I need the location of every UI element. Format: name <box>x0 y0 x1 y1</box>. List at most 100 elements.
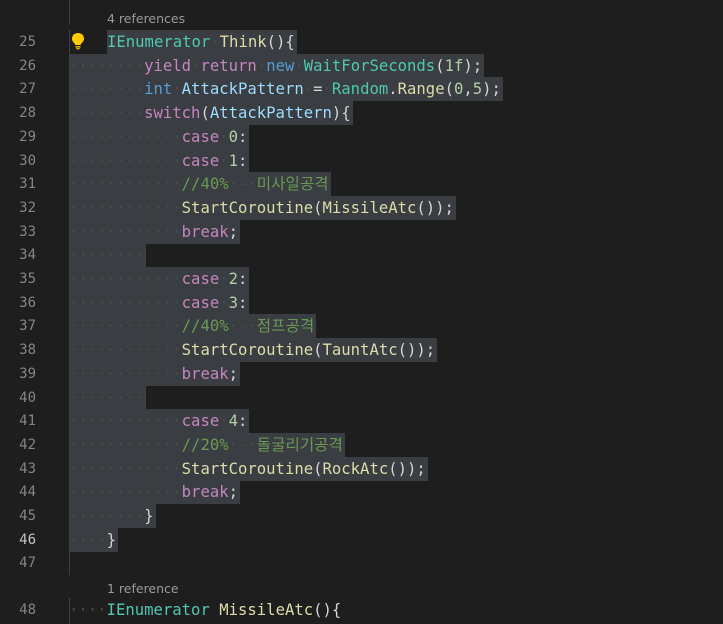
code-text[interactable]: ········} <box>69 504 156 528</box>
codelens-references[interactable]: 4 references <box>107 6 185 30</box>
code-editor[interactable]: 4 references 1 reference 25 IEnumerator·T… <box>0 0 723 624</box>
code-line[interactable]: 33 ············break; <box>0 219 723 244</box>
code-text[interactable]: ············case·1: <box>69 148 250 173</box>
code-token: ()); <box>388 459 426 478</box>
code-token: int <box>144 80 173 99</box>
code-token: case <box>181 270 220 288</box>
code-text[interactable]: IEnumerator·Think(){ <box>107 30 297 54</box>
code-token: 점프공격 <box>256 317 315 336</box>
line-number: 38 <box>19 342 36 359</box>
code-line[interactable]: 42 ············//20%·-·돌굴리기공격 <box>0 432 723 457</box>
whitespace-marker: ············ <box>69 293 182 312</box>
line-number: 46 <box>19 531 36 548</box>
line-number: 30 <box>19 152 36 169</box>
code-text[interactable]: ············StartCoroutine(MissileAtc())… <box>69 195 456 220</box>
code-text[interactable]: ············case·3: <box>69 290 250 315</box>
code-line[interactable]: 36 ············case·3: <box>0 290 723 315</box>
code-text[interactable]: ············break; <box>69 361 241 386</box>
code-line[interactable]: 27········int·AttackPattern·=·Random.Ran… <box>0 77 723 102</box>
code-line[interactable]: 41 ············case·4: <box>0 409 723 434</box>
code-token: ); <box>482 80 501 99</box>
code-text[interactable]: ····} <box>69 527 118 552</box>
code-token: StartCoroutine <box>181 341 314 360</box>
code-token: case <box>181 151 220 170</box>
line-number: 31 <box>19 176 36 193</box>
code-token: //40% <box>181 175 229 194</box>
whitespace-marker: · <box>172 80 182 99</box>
code-token: ; <box>228 222 239 241</box>
whitespace-marker: ············ <box>69 341 182 360</box>
code-text[interactable]: ············StartCoroutine(TauntAtc()); <box>69 338 438 363</box>
code-line[interactable]: 47 <box>0 551 723 575</box>
code-line[interactable]: 29 ············case·0: <box>0 124 723 149</box>
line-number: 29 <box>19 128 36 145</box>
code-token: //20% <box>181 435 229 454</box>
code-text[interactable]: ············case·4: <box>69 409 250 434</box>
code-token: ( <box>313 198 323 217</box>
code-token: 1 <box>228 151 239 170</box>
code-line[interactable]: 40········ <box>0 385 723 410</box>
code-token: , <box>463 80 473 99</box>
line-number: 40 <box>19 389 36 406</box>
code-text[interactable]: ············break; <box>69 219 241 244</box>
code-text[interactable]: ············case·2: <box>69 267 250 291</box>
code-token: 5 <box>472 80 483 99</box>
code-line[interactable]: 44 ············break; <box>0 480 723 505</box>
code-line[interactable]: 25 IEnumerator·Think(){ <box>0 30 723 54</box>
code-text[interactable]: ············//40%·-·미사일공격 <box>69 172 331 197</box>
code-token: : <box>238 293 248 312</box>
whitespace-marker: ············ <box>69 198 182 217</box>
code-line[interactable]: 28 ········switch(AttackPattern){ <box>0 101 723 126</box>
code-token: IEnumerator <box>106 601 210 619</box>
code-line[interactable]: 38 ············StartCoroutine(TauntAtc())… <box>0 338 723 363</box>
code-line[interactable]: 45 ········} <box>0 504 723 528</box>
code-text[interactable]: ········int·AttackPattern·=·Random.Range… <box>69 77 503 102</box>
code-token: IEnumerator <box>107 33 211 51</box>
line-number: 32 <box>19 199 36 216</box>
code-line[interactable]: 46 ····} <box>0 527 723 552</box>
code-line[interactable]: 48 ····IEnumerator MissileAtc(){ <box>0 598 723 622</box>
whitespace-marker: ············ <box>69 435 182 454</box>
code-text[interactable]: ············//20%·-·돌굴리기공격 <box>69 432 345 457</box>
code-token: 미사일공격 <box>256 175 329 194</box>
whitespace-marker: ············ <box>69 175 182 194</box>
whitespace-marker: · <box>219 412 229 431</box>
code-line[interactable]: 32 ············StartCoroutine(MissileAtc(… <box>0 195 723 220</box>
code-line[interactable]: 30 ············case·1: <box>0 148 723 173</box>
codelens-references[interactable]: 1 reference <box>107 576 179 600</box>
code-token: MissileAtc <box>219 601 314 619</box>
code-line[interactable]: 37 ············//40%·-·점프공격 <box>0 314 723 339</box>
code-text[interactable]: ········switch(AttackPattern){ <box>69 101 353 126</box>
code-line[interactable]: 31 ············//40%·-·미사일공격 <box>0 172 723 197</box>
code-text[interactable]: ····IEnumerator MissileAtc(){ <box>69 598 341 622</box>
code-token: ; <box>228 364 239 383</box>
whitespace-marker: ············ <box>69 483 182 502</box>
whitespace-marker: ·-· <box>228 435 257 454</box>
code-token: . <box>388 80 398 99</box>
line-number: 27 <box>19 81 36 98</box>
code-text[interactable]: ········yield·return·new·WaitForSeconds(… <box>69 53 485 78</box>
code-token: AttackPattern <box>181 80 304 99</box>
code-text[interactable]: ············break; <box>69 480 241 505</box>
code-line[interactable]: 35 ············case·2: <box>0 267 723 291</box>
line-number: 37 <box>19 318 36 335</box>
code-line[interactable]: 26 ········yield·return·new·WaitForSecond… <box>0 53 723 78</box>
whitespace-marker: ············ <box>69 222 182 241</box>
code-line[interactable]: 39 ············break; <box>0 361 723 386</box>
code-token: switch <box>144 104 201 123</box>
code-token: Random <box>331 80 389 99</box>
code-token: case <box>181 412 220 431</box>
whitespace-marker: · <box>219 293 229 312</box>
code-line[interactable]: 43 ············StartCoroutine(RockAtc()); <box>0 456 723 481</box>
whitespace-marker: ·-· <box>228 175 257 194</box>
code-line[interactable]: 34········ <box>0 243 723 268</box>
code-token: : <box>238 151 248 170</box>
line-number: 44 <box>19 484 36 501</box>
line-number: 26 <box>19 57 36 74</box>
indent-guide <box>69 0 70 24</box>
whitespace-marker: ············ <box>69 459 182 478</box>
code-text[interactable]: ············StartCoroutine(RockAtc()); <box>69 456 428 481</box>
whitespace-marker: ············ <box>69 412 182 431</box>
code-token: 0 <box>228 127 239 146</box>
code-text[interactable]: ············case·0: <box>69 124 250 149</box>
